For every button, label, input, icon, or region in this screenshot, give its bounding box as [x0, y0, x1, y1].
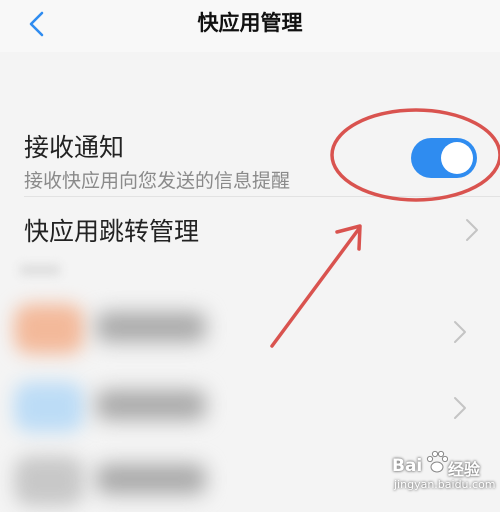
watermark-domain: jingyan.baidu.com — [394, 478, 496, 491]
watermark-brand: Bai — [392, 456, 423, 476]
annotation-arrow — [270, 224, 362, 348]
annotation-overlay — [270, 108, 500, 348]
baidu-jingyan-watermark: Bai 经验 jingyan.baidu.com — [392, 448, 498, 496]
annotation-circle — [330, 108, 500, 202]
paw-icon — [426, 450, 448, 473]
watermark-suffix: 经验 — [448, 460, 481, 479]
